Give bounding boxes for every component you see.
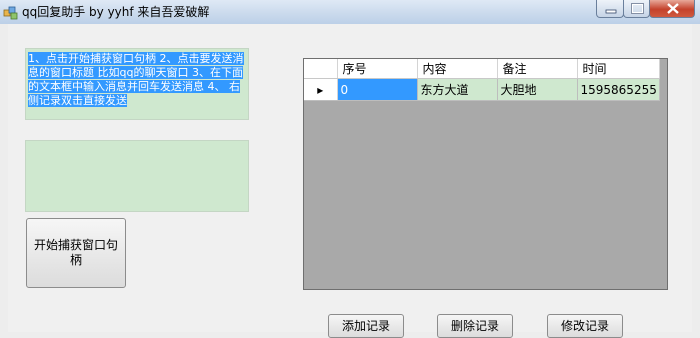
- maximize-icon: [631, 3, 644, 14]
- column-header-time[interactable]: 时间: [577, 59, 660, 79]
- column-header-index[interactable]: 序号: [337, 59, 418, 79]
- message-input[interactable]: [25, 140, 249, 212]
- records-grid[interactable]: 序号 内容 备注 时间 ▸ 0 东方大道 大胆地 1595865255: [303, 58, 668, 290]
- minimize-button[interactable]: [596, 0, 624, 18]
- maximize-button[interactable]: [623, 0, 650, 18]
- close-button[interactable]: [649, 0, 695, 18]
- window-title: qq回复助手 by yyhf 来自吾爱破解: [22, 5, 210, 19]
- row-indicator-icon[interactable]: ▸: [304, 78, 338, 101]
- close-icon: [667, 3, 679, 14]
- column-header-note[interactable]: 备注: [497, 59, 578, 79]
- instructions-text: 1、点击开始捕获窗口句柄 2、点击要发送消息的窗口标题 比如qq的聊天窗口 3、…: [28, 52, 244, 107]
- grid-header-row: 序号 内容 备注 时间: [304, 59, 660, 79]
- cell-time[interactable]: 1595865255: [577, 78, 660, 101]
- edit-record-button[interactable]: 修改记录: [547, 314, 623, 338]
- add-record-button[interactable]: 添加记录: [328, 314, 404, 338]
- column-header-content[interactable]: 内容: [417, 59, 498, 79]
- start-capture-label: 开始捕获窗口句柄: [33, 238, 118, 267]
- cell-index[interactable]: 0: [337, 78, 418, 101]
- title-bar[interactable]: qq回复助手 by yyhf 来自吾爱破解: [0, 0, 700, 24]
- minimize-icon: [605, 9, 617, 14]
- app-icon[interactable]: [3, 4, 19, 20]
- instructions-textbox[interactable]: 1、点击开始捕获窗口句柄 2、点击要发送消息的窗口标题 比如qq的聊天窗口 3、…: [25, 48, 249, 120]
- start-capture-button[interactable]: 开始捕获窗口句柄: [26, 218, 126, 288]
- delete-record-button[interactable]: 删除记录: [437, 314, 513, 338]
- grid-corner-cell[interactable]: [304, 59, 338, 79]
- cell-content[interactable]: 东方大道: [417, 78, 498, 101]
- table-row[interactable]: ▸ 0 东方大道 大胆地 1595865255: [304, 78, 660, 101]
- cell-note[interactable]: 大胆地: [497, 78, 578, 101]
